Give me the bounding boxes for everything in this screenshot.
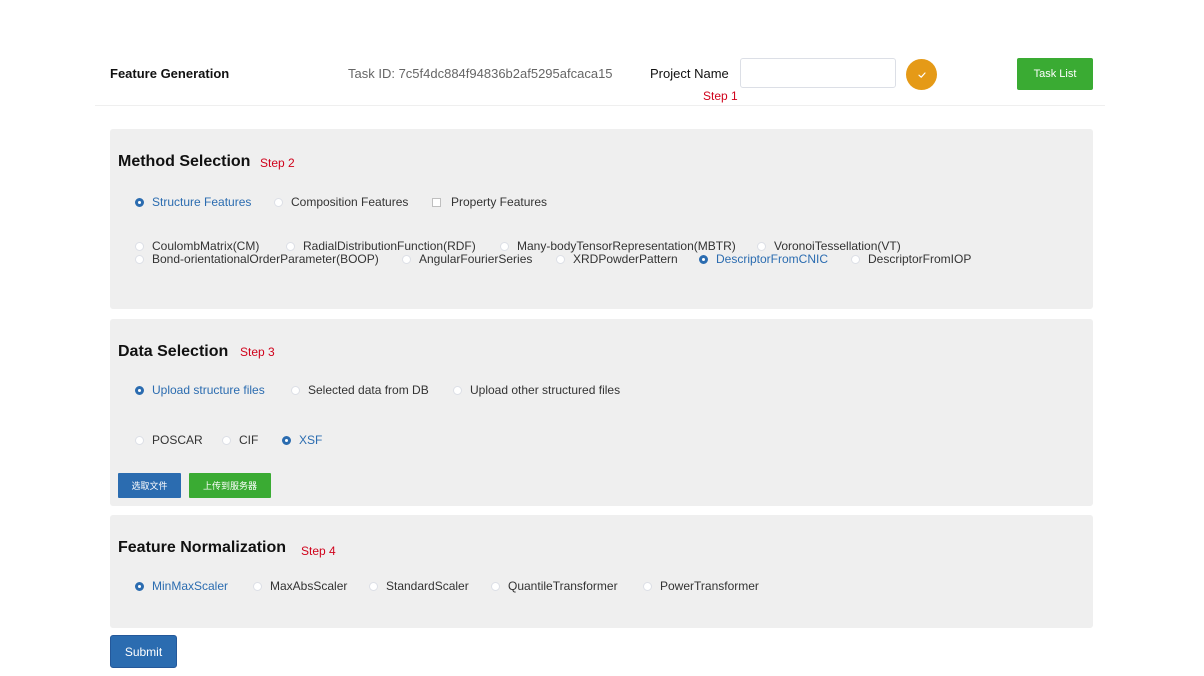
checkbox-indicator <box>432 197 441 207</box>
radio-indicator <box>757 241 766 251</box>
radio-indicator <box>253 581 262 591</box>
radio-format-xsf[interactable]: XSF <box>282 433 322 447</box>
option-label: CoulombMatrix(CM) <box>152 239 260 253</box>
method-selection-panel: Method Selection Step 2 Structure Featur… <box>110 129 1093 309</box>
data-selection-panel: Data Selection Step 3 Upload structure f… <box>110 319 1093 506</box>
radio-indicator <box>135 385 144 395</box>
step-1-label: Step 1 <box>703 89 738 103</box>
radio-selected-data-from-db[interactable]: Selected data from DB <box>291 383 429 397</box>
radio-indicator <box>135 197 144 207</box>
radio-indicator <box>643 581 652 591</box>
radio-method-cm[interactable]: CoulombMatrix(CM) <box>135 239 259 253</box>
radio-indicator <box>135 241 144 251</box>
radio-minmax-scaler[interactable]: MinMaxScaler <box>135 579 228 593</box>
radio-indicator <box>699 254 708 264</box>
upload-to-server-button[interactable]: 上传到服务器 <box>189 473 271 498</box>
option-label: DescriptorFromCNIC <box>716 252 829 266</box>
feature-normalization-title: Feature Normalization <box>118 539 287 556</box>
option-label: DescriptorFromIOP <box>868 252 972 266</box>
radio-indicator <box>286 241 295 251</box>
radio-composition-features[interactable]: Composition Features <box>274 195 408 209</box>
radio-structure-features[interactable]: Structure Features <box>135 195 251 209</box>
radio-indicator <box>222 435 231 445</box>
project-name-label: Project Name <box>650 66 729 81</box>
radio-method-mbtr[interactable]: Many-bodyTensorRepresentation(MBTR) <box>500 239 736 253</box>
radio-indicator <box>851 254 860 264</box>
radio-indicator <box>453 385 462 395</box>
radio-indicator <box>274 197 283 207</box>
option-label: Bond-orientationalOrderParameter(BOOP) <box>152 252 379 266</box>
feature-normalization-panel: Feature Normalization Step 4 MinMaxScale… <box>110 515 1093 628</box>
option-label: PowerTransformer <box>660 579 759 593</box>
radio-method-cnic[interactable]: DescriptorFromCNIC <box>699 252 828 266</box>
task-list-button[interactable]: Task List <box>1017 58 1093 90</box>
radio-method-rdf[interactable]: RadialDistributionFunction(RDF) <box>286 239 476 253</box>
option-label: XRDPowderPattern <box>573 252 678 266</box>
task-id-label: Task ID: 7c5f4dc884f94836b2af5295afcaca1… <box>348 66 613 81</box>
radio-indicator <box>135 254 144 264</box>
radio-indicator <box>135 581 144 591</box>
radio-indicator <box>491 581 500 591</box>
radio-indicator <box>291 385 300 395</box>
radio-upload-structure-files[interactable]: Upload structure files <box>135 383 265 397</box>
check-icon <box>917 71 926 78</box>
option-label: MaxAbsScaler <box>270 579 348 593</box>
submit-button[interactable]: Submit <box>110 635 177 668</box>
radio-method-angular-fourier[interactable]: AngularFourierSeries <box>402 252 532 266</box>
option-label: AngularFourierSeries <box>419 252 533 266</box>
option-label: XSF <box>299 433 323 447</box>
radio-method-iop[interactable]: DescriptorFromIOP <box>851 252 971 266</box>
option-label: VoronoiTessellation(VT) <box>774 239 901 253</box>
radio-indicator <box>282 435 291 445</box>
choose-file-button[interactable]: 选取文件 <box>118 473 181 498</box>
radio-maxabs-scaler[interactable]: MaxAbsScaler <box>253 579 347 593</box>
step-3-label: Step 3 <box>240 345 275 359</box>
radio-quantile-transformer[interactable]: QuantileTransformer <box>491 579 618 593</box>
option-label: CIF <box>239 433 259 447</box>
radio-format-poscar[interactable]: POSCAR <box>135 433 203 447</box>
option-label: QuantileTransformer <box>508 579 618 593</box>
radio-power-transformer[interactable]: PowerTransformer <box>643 579 759 593</box>
step-2-label: Step 2 <box>260 156 295 170</box>
option-label: Structure Features <box>152 195 252 209</box>
option-label: Property Features <box>451 195 548 209</box>
confirm-project-button[interactable] <box>906 59 937 90</box>
option-label: RadialDistributionFunction(RDF) <box>303 239 476 253</box>
option-label: Upload other structured files <box>470 383 621 397</box>
option-label: Composition Features <box>291 195 409 209</box>
radio-indicator <box>556 254 565 264</box>
option-label: StandardScaler <box>386 579 469 593</box>
project-name-input[interactable] <box>740 58 896 88</box>
page-title: Feature Generation <box>110 66 230 81</box>
checkbox-property-features[interactable]: Property Features <box>432 195 547 209</box>
radio-indicator <box>500 241 509 251</box>
option-label: Many-bodyTensorRepresentation(MBTR) <box>517 239 736 253</box>
radio-standard-scaler[interactable]: StandardScaler <box>369 579 469 593</box>
radio-method-vt[interactable]: VoronoiTessellation(VT) <box>757 239 901 253</box>
method-selection-title: Method Selection <box>118 153 251 170</box>
radio-format-cif[interactable]: CIF <box>222 433 258 447</box>
radio-upload-other-files[interactable]: Upload other structured files <box>453 383 620 397</box>
step-4-label: Step 4 <box>301 544 336 558</box>
data-selection-title: Data Selection <box>118 343 229 360</box>
option-label: Upload structure files <box>152 383 265 397</box>
radio-method-xrd[interactable]: XRDPowderPattern <box>556 252 678 266</box>
option-label: POSCAR <box>152 433 203 447</box>
radio-indicator <box>402 254 411 264</box>
radio-method-boop[interactable]: Bond-orientationalOrderParameter(BOOP) <box>135 252 379 266</box>
radio-indicator <box>135 435 144 445</box>
option-label: Selected data from DB <box>308 383 429 397</box>
option-label: MinMaxScaler <box>152 579 229 593</box>
radio-indicator <box>369 581 378 591</box>
header-divider <box>95 105 1105 106</box>
